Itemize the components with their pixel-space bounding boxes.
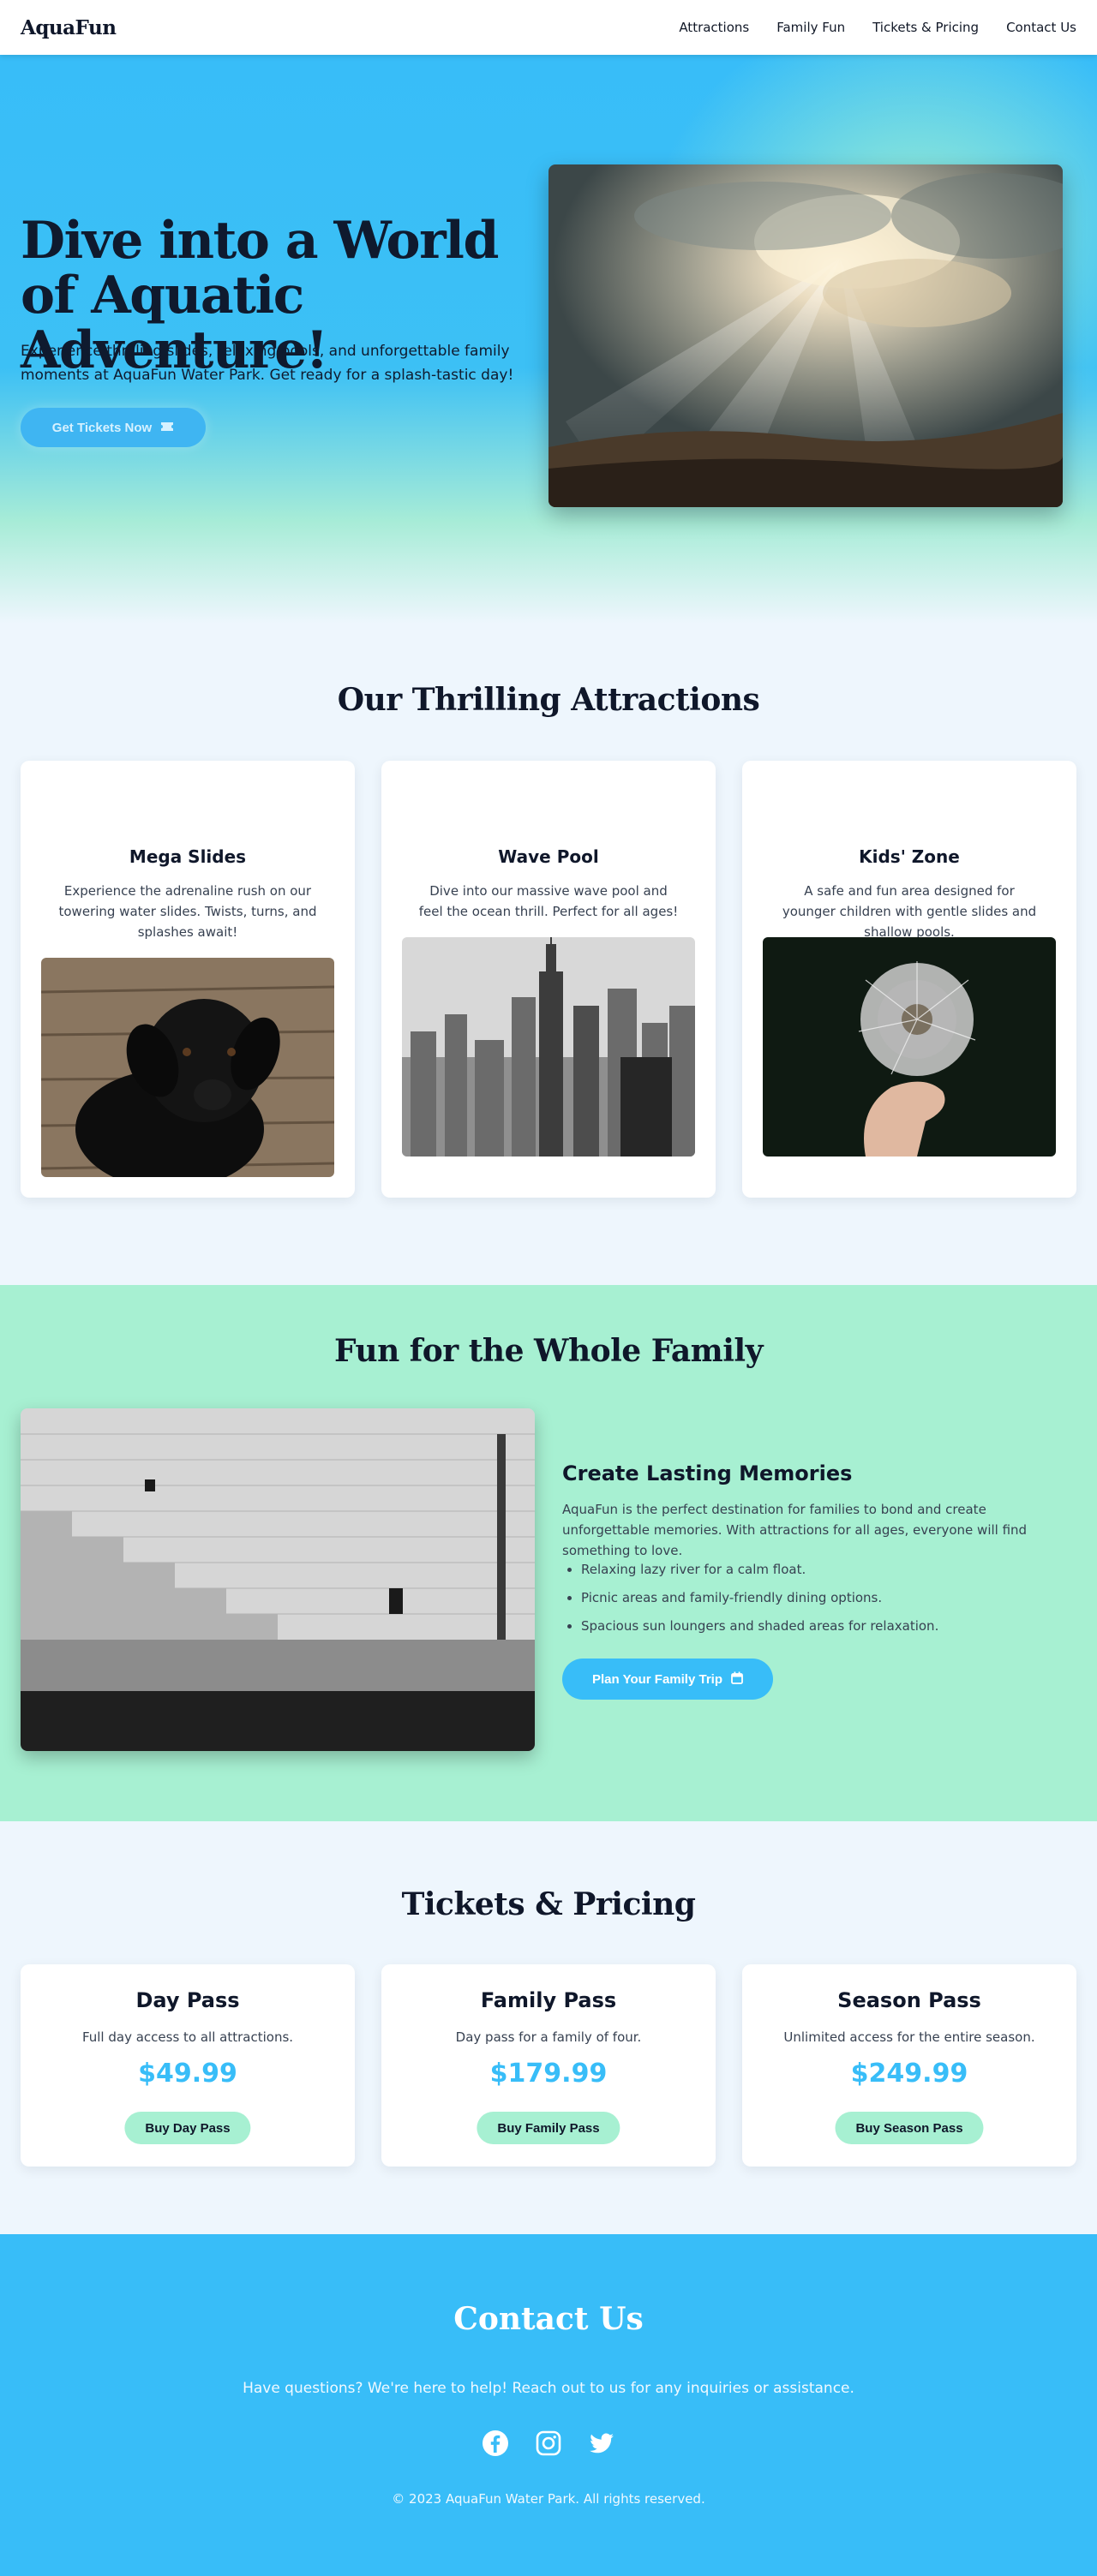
family-image [21,1408,535,1751]
nav-links: Attractions Family Fun Tickets & Pricing… [679,20,1076,35]
attraction-card-kids-zone: Kids' Zone A safe and fun area designed … [742,761,1076,1198]
get-tickets-label: Get Tickets Now [51,420,153,435]
attraction-card-title: Wave Pool [498,846,599,867]
tickets-title: Tickets & Pricing [401,1886,696,1922]
attraction-card-image [763,937,1056,1157]
ticket-price: $49.99 [138,2059,237,2089]
ticket-name: Family Pass [480,1988,617,2012]
attraction-card-image [402,937,695,1157]
attraction-card-image [41,958,334,1177]
ticket-card-family-pass: Family Pass Day pass for a family of fou… [381,1964,716,2167]
top-nav: AquaFun Attractions Family Fun Tickets &… [0,0,1097,55]
attraction-card-title: Kids' Zone [859,846,960,867]
ticket-name: Day Pass [135,1988,240,2012]
ticket-icon [160,421,174,435]
hero-text: Experience thrilling slides, relaxing po… [21,343,514,384]
ticket-card-day-pass: Day Pass Full day access to all attracti… [21,1964,355,2167]
plan-family-trip-label: Plan Your Family Trip [592,1671,722,1687]
attraction-card-desc: A safe and fun area designed for younger… [782,883,1037,940]
ticket-price: $249.99 [850,2059,968,2089]
family-title: Fun for the Whole Family [333,1333,764,1369]
attractions-title: Our Thrilling Attractions [337,682,760,718]
hero-section: Dive into a World of Aquatic Adventure! … [0,55,1097,624]
ticket-desc: Full day access to all attractions. [81,2029,294,2045]
facebook-icon[interactable] [482,2430,509,2457]
family-text: AquaFun is the perfect destination for f… [562,1502,1028,1558]
contact-text: Have questions? We're here to help! Reac… [243,2380,854,2397]
social-links [0,2430,1097,2457]
contact-section: Contact Us Have questions? We're here to… [0,2234,1097,2576]
family-section: Fun for the Whole Family Create Lasting … [0,1285,1097,1821]
buy-season-pass-button[interactable]: Buy Season Pass [835,2112,984,2144]
nav-link-attractions[interactable]: Attractions [679,20,749,35]
buy-day-pass-button[interactable]: Buy Day Pass [124,2112,251,2144]
hero-image [548,164,1063,507]
ticket-price: $179.99 [489,2059,608,2089]
ticket-name: Season Pass [837,1988,981,2012]
contact-title: Contact Us [453,2301,644,2337]
attraction-card-wave-pool: Wave Pool Dive into our massive wave poo… [381,761,716,1198]
buy-family-pass-button[interactable]: Buy Family Pass [477,2112,620,2144]
ticket-desc: Unlimited access for the entire season. [783,2029,1035,2045]
attraction-card-title: Mega Slides [129,846,247,867]
ticket-desc: Day pass for a family of four. [455,2029,642,2045]
twitter-icon[interactable] [588,2430,615,2457]
calendar-icon [731,1671,743,1688]
attraction-card-desc: Dive into our massive wave pool and feel… [418,883,679,919]
copyright-text: © 2023 AquaFun Water Park. All rights re… [392,2491,705,2507]
attraction-card-mega-slides: Mega Slides Experience the adrenaline ru… [21,761,355,1198]
list-item: Spacious sun loungers and shaded areas f… [581,1616,1061,1644]
family-feature-list: Relaxing lazy river for a calm float. Pi… [581,1559,1061,1644]
nav-link-family-fun[interactable]: Family Fun [776,20,845,35]
attraction-card-desc: Experience the adrenaline rush on our to… [58,883,317,940]
nav-link-contact[interactable]: Contact Us [1006,20,1076,35]
nav-link-tickets[interactable]: Tickets & Pricing [872,20,979,35]
list-item: Picnic areas and family-friendly dining … [581,1587,1061,1616]
ticket-card-season-pass: Season Pass Unlimited access for the ent… [742,1964,1076,2167]
family-heading: Create Lasting Memories [562,1461,853,1485]
instagram-icon[interactable] [535,2430,562,2457]
logo[interactable]: AquaFun [21,16,117,39]
list-item: Relaxing lazy river for a calm float. [581,1559,1061,1587]
plan-family-trip-button[interactable]: Plan Your Family Trip [562,1659,773,1700]
get-tickets-button[interactable]: Get Tickets Now [21,408,206,447]
